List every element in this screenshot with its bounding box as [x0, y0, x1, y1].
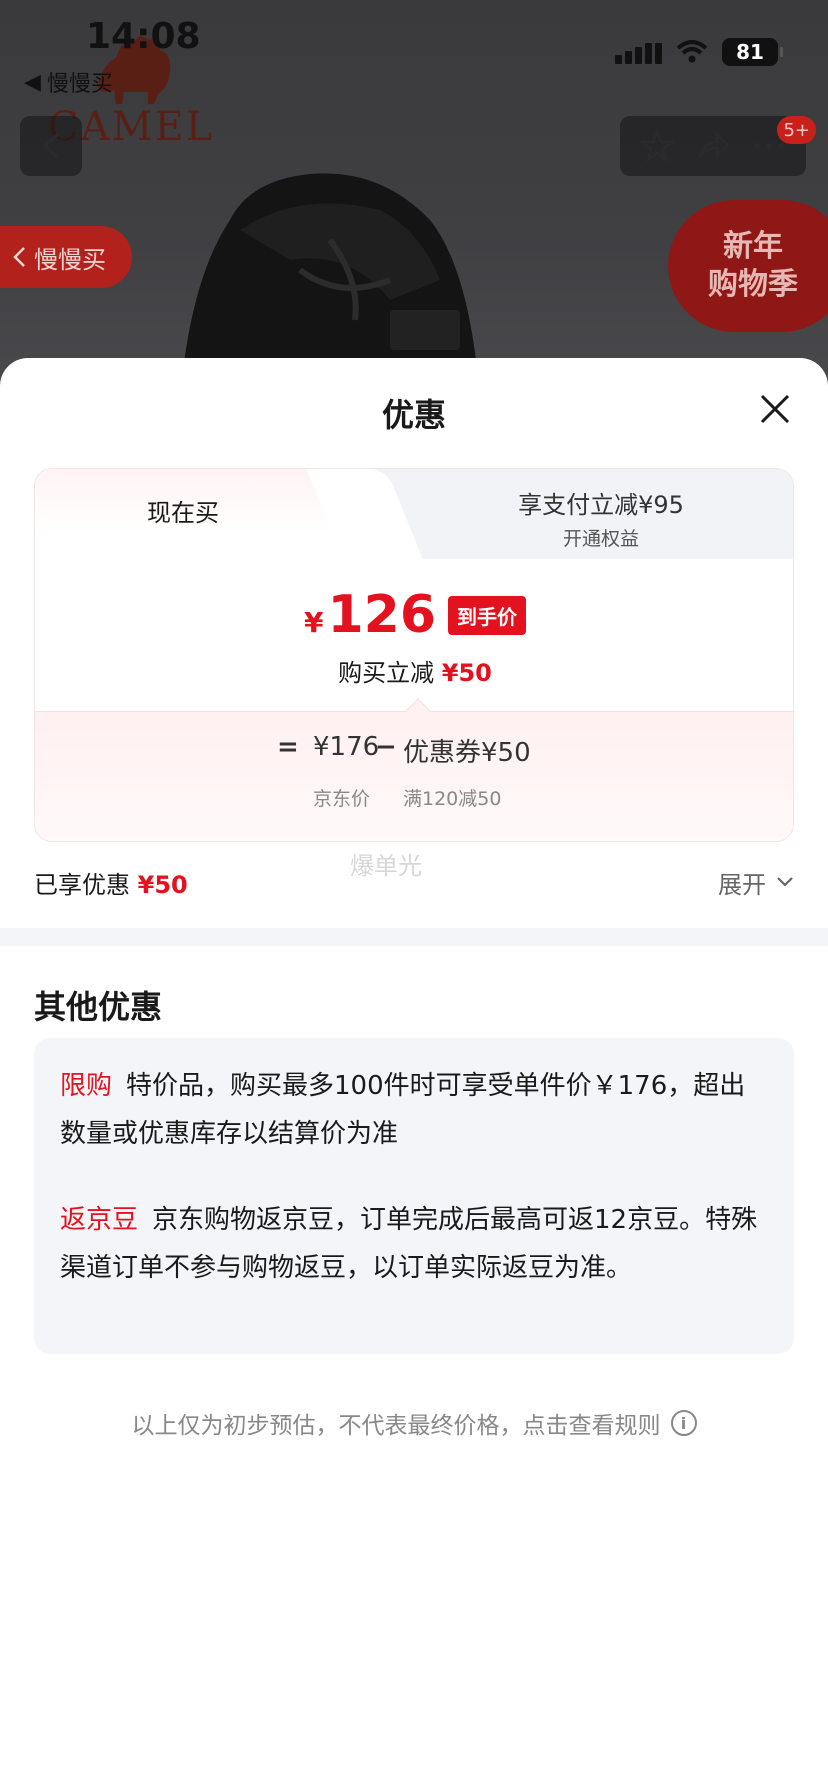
formula-minus: − [375, 732, 397, 762]
expand-button[interactable]: 展开 [718, 865, 794, 900]
slowbuy-pill-button[interactable]: 慢慢买 [0, 226, 132, 288]
final-price-tag: 到手价 [448, 595, 527, 635]
chevron-down-icon [777, 877, 793, 887]
expand-label: 展开 [718, 870, 766, 899]
jd-price: ¥176 [313, 732, 380, 762]
cellular-signal-icon [615, 40, 662, 64]
star-icon[interactable] [640, 129, 675, 163]
tab-pay-discount[interactable]: 享支付立减¥95 开通权益 [451, 485, 751, 551]
tab-pay-sub-label: 开通权益 [562, 528, 639, 550]
price-currency: ¥ [303, 605, 324, 639]
promo-line-2: 购物季 [708, 267, 798, 302]
enjoyed-discount: 已享优惠 ¥50 [34, 865, 188, 900]
discount-sheet: 优惠 现在买 享支付立减¥95 开通权益 ¥ 126 到手价 购买立减 ¥50 … [0, 358, 828, 1792]
other-discounts-panel: 限购 特价品，购买最多100件时可享受单件价￥176，超出数量或优惠库存以结算价为… [34, 1038, 794, 1354]
tab-pay-main-label: 享支付立减¥95 [518, 491, 684, 519]
rules-footnote[interactable]: 以上仅为初步预估，不代表最终价格，点击查看规则 i [0, 1406, 828, 1440]
enjoyed-discount-value: ¥50 [137, 870, 188, 899]
enjoyed-discount-label: 已享优惠 [34, 870, 130, 899]
offer-text: 特价品，购买最多100件时可享受单件价￥176，超出数量或优惠库存以结算价为准 [60, 1071, 746, 1149]
coupon-value: 优惠券¥50 [403, 738, 531, 768]
formula-equals: = [277, 732, 299, 762]
status-back-label: 慢慢买 [46, 72, 113, 97]
purchase-discount-value: ¥50 [441, 659, 492, 687]
offer-tag: 限购 [60, 1071, 113, 1101]
chevron-left-icon [42, 132, 60, 160]
close-icon[interactable] [758, 392, 792, 426]
coupon-rule: 满120减50 [403, 788, 502, 810]
new-year-promo-badge[interactable]: 新年 购物季 [668, 200, 828, 332]
wifi-icon [676, 40, 708, 63]
promo-line-1: 新年 [723, 229, 783, 264]
battery-icon: 81 [722, 38, 783, 66]
status-indicators: 81 [615, 38, 783, 66]
offer-tag: 返京豆 [60, 1205, 139, 1235]
slowbuy-pill-label: 慢慢买 [34, 245, 106, 274]
info-icon: i [670, 1410, 697, 1436]
offer-purchase-limit: 限购 特价品，购买最多100件时可享受单件价￥176，超出数量或优惠库存以结算价为… [60, 1062, 768, 1158]
final-price: 126 [327, 585, 437, 645]
tab-now-label[interactable]: 现在买 [147, 493, 219, 528]
offer-text: 京东购物返京豆，订单完成后最高可返12京豆。特殊渠道订单不参与购物返豆，以订单实… [60, 1205, 758, 1283]
sheet-title: 优惠 [381, 396, 446, 434]
price-formula: = ¥176 京东价 − 优惠券¥50 满120减50 [35, 698, 793, 841]
formula-notch [405, 698, 431, 724]
status-back-link[interactable]: ◀ 慢慢买 [24, 66, 113, 98]
chevron-left-icon [13, 247, 25, 267]
enjoyed-discount-row: 已享优惠 ¥50 展开 [34, 862, 794, 902]
purchase-discount-line: 购买立减 ¥50 [35, 653, 793, 688]
message-count-badge: 5+ [777, 116, 816, 144]
final-price-row: ¥ 126 到手价 [35, 585, 793, 645]
more-icon[interactable] [752, 141, 786, 151]
price-card: 现在买 享支付立减¥95 开通权益 ¥ 126 到手价 购买立减 ¥50 = ¥… [34, 468, 794, 842]
purchase-discount-label: 购买立减 [338, 659, 435, 687]
footnote-text: 以上仅为初步预估，不代表最终价格，点击查看规则 [131, 1413, 661, 1439]
jd-price-label: 京东价 [313, 788, 371, 810]
section-divider [0, 928, 828, 946]
status-time: 14:08 [86, 16, 201, 57]
product-backdrop: CAMEL 14:08 ◀ 慢慢买 81 5+ 慢慢买 新年 购物季 [0, 0, 828, 400]
other-discounts-title: 其他优惠 [34, 988, 163, 1026]
offer-jd-beans: 返京豆 京东购物返京豆，订单完成后最高可返12京豆。特殊渠道订单不参与购物返豆，以… [60, 1196, 768, 1292]
back-button[interactable] [20, 116, 82, 176]
share-icon[interactable] [695, 131, 731, 161]
back-triangle-icon: ◀ [24, 69, 41, 95]
